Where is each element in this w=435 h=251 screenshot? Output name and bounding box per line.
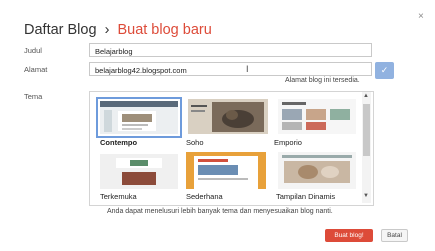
breadcrumb-current: Buat blog baru (117, 22, 212, 38)
theme-name[interactable]: Contempo (100, 138, 137, 147)
theme-thumb-terkemuka[interactable] (100, 154, 178, 189)
dialog-title: Daftar Blog › Buat blog baru (24, 22, 212, 38)
theme-note: Anda dapat menelusuri lebih banyak tema … (107, 208, 333, 215)
theme-thumb-tampilan-dinamis[interactable] (278, 152, 356, 189)
breadcrumb-separator: › (104, 22, 110, 38)
scroll-up-icon[interactable]: ▲ (363, 93, 369, 99)
tampilan-dinamis-preview (278, 152, 356, 189)
theme-thumb-contempo[interactable] (96, 97, 182, 138)
theme-thumb-soho[interactable] (188, 99, 268, 134)
create-blog-button[interactable]: Buat blog! (325, 229, 373, 242)
theme-thumb-sederhana[interactable] (186, 152, 266, 189)
theme-label: Tema (24, 92, 43, 101)
create-blog-dialog: × Daftar Blog › Buat blog baru Judul Bel… (0, 0, 435, 251)
theme-scrollbar[interactable]: ▲ ▼ (362, 92, 371, 203)
theme-name[interactable]: Emporio (274, 138, 302, 147)
check-icon[interactable]: ✓ (375, 62, 394, 79)
contempo-preview (100, 101, 178, 132)
emporio-preview (278, 99, 356, 134)
text-cursor-icon: I (246, 64, 249, 74)
close-icon[interactable]: × (418, 12, 424, 22)
availability-message: Alamat blog ini tersedia. (285, 77, 360, 84)
theme-name[interactable]: Tampilan Dinamis (276, 192, 335, 201)
soho-preview (188, 99, 268, 134)
terkemuka-preview (100, 154, 178, 189)
breadcrumb-root[interactable]: Daftar Blog (24, 22, 97, 38)
theme-name[interactable]: Terkemuka (100, 192, 137, 201)
theme-thumb-emporio[interactable] (278, 99, 356, 134)
title-input[interactable]: Belajarblog (89, 43, 372, 57)
theme-name[interactable]: Sederhana (186, 192, 223, 201)
title-label: Judul (24, 46, 42, 55)
sederhana-preview (186, 152, 266, 189)
address-label: Alamat (24, 65, 48, 74)
address-input[interactable]: belajarblog42.blogspot.com (89, 62, 372, 76)
theme-picker: Contempo Soho Emporio Terkemuka Sederhan… (89, 91, 374, 206)
scroll-down-icon[interactable]: ▼ (363, 193, 369, 199)
scrollbar-thumb[interactable] (363, 104, 370, 156)
theme-name[interactable]: Soho (186, 138, 204, 147)
cancel-button[interactable]: Batal (381, 229, 408, 242)
